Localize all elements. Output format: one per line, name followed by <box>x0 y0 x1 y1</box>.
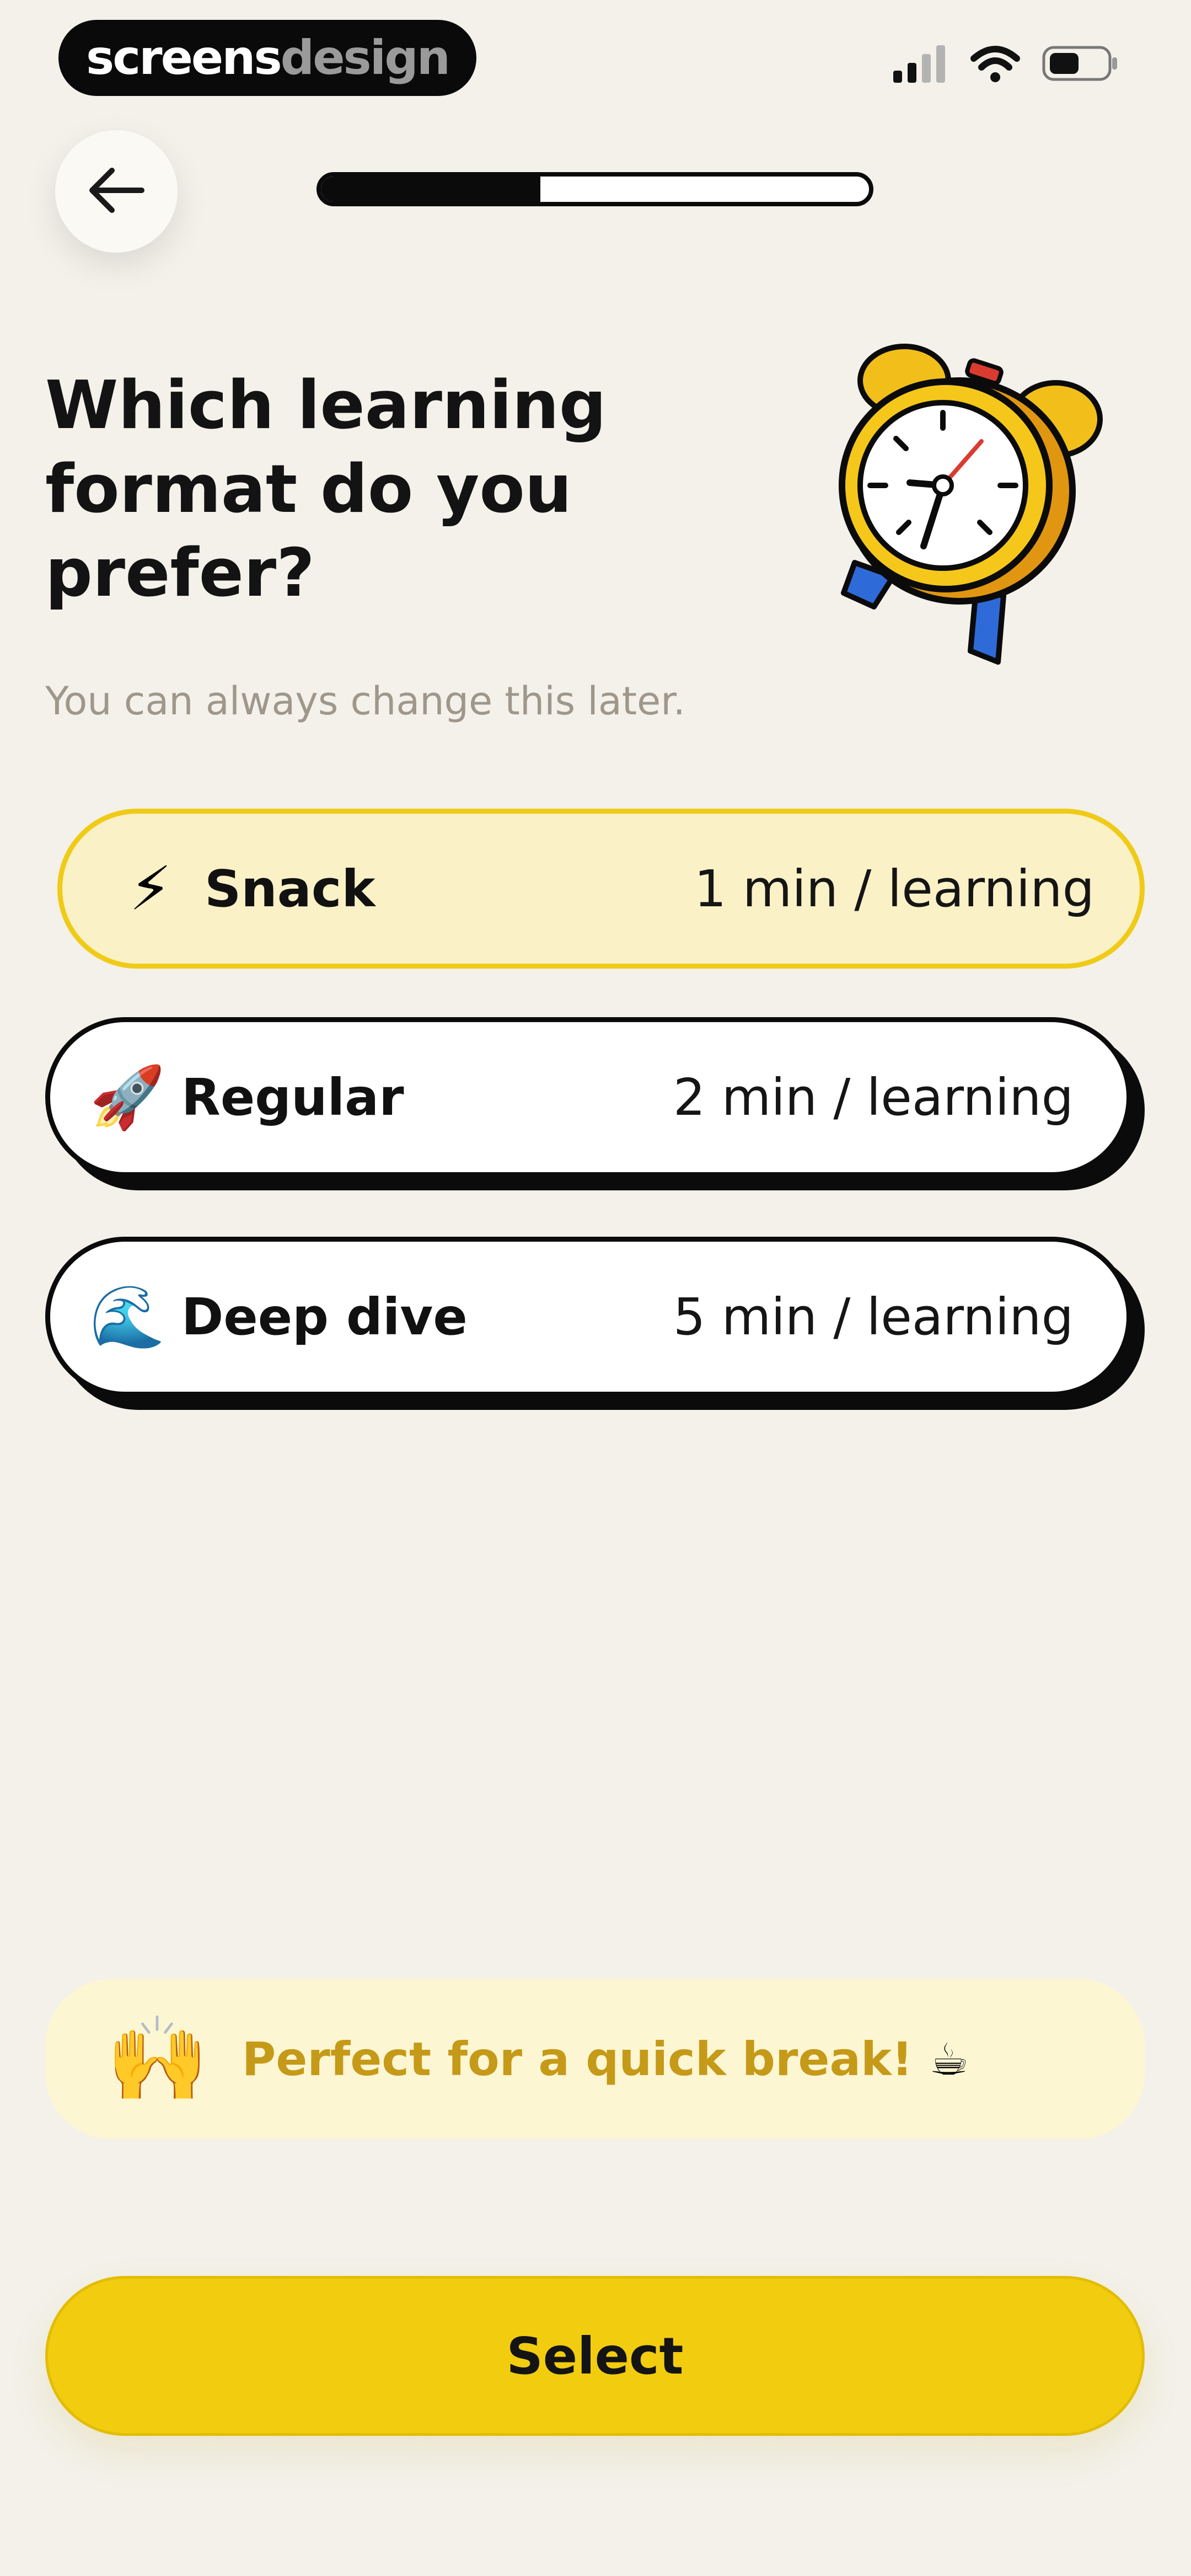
option-duration: 5 min / learning <box>673 1287 1074 1346</box>
back-button[interactable] <box>55 130 178 253</box>
lightning-icon: ⚡ <box>129 853 172 924</box>
rocket-icon: 🚀 <box>89 1061 165 1132</box>
feedback-text: Perfect for a quick break! <box>242 2032 913 2086</box>
feedback-banner: 🙌 Perfect for a quick break! ☕ <box>45 1979 1145 2139</box>
arrow-left-icon <box>87 165 146 217</box>
alarm-clock-icon <box>822 331 1119 673</box>
raised-hands-icon: 🙌 <box>106 2011 209 2107</box>
option-deep-dive[interactable]: 🌊 Deep dive 5 min / learning <box>45 1237 1131 1397</box>
select-button[interactable]: Select <box>45 2276 1145 2436</box>
option-label: Regular <box>181 1067 404 1127</box>
battery-icon <box>1042 44 1119 85</box>
select-button-label: Select <box>506 2326 684 2386</box>
cellular-signal-icon <box>893 44 948 85</box>
option-label: Deep dive <box>181 1287 468 1346</box>
option-label: Snack <box>205 859 375 918</box>
wave-icon: 🌊 <box>89 1281 165 1352</box>
screensdesign-badge: screens design <box>58 20 476 96</box>
brand-text-design: design <box>280 30 450 85</box>
question-subtitle: You can always change this later. <box>45 678 685 724</box>
option-duration: 2 min / learning <box>673 1067 1074 1127</box>
question-title: Which learning format do you prefer? <box>45 367 607 612</box>
option-duration: 1 min / learning <box>694 859 1095 918</box>
progress-fill <box>321 177 540 202</box>
progress-bar <box>316 172 873 206</box>
wifi-icon <box>970 44 1020 85</box>
option-regular[interactable]: 🚀 Regular 2 min / learning <box>45 1017 1131 1177</box>
brand-text-screens: screens <box>86 30 282 85</box>
coffee-icon: ☕ <box>929 2033 969 2085</box>
option-snack[interactable]: ⚡ Snack 1 min / learning <box>57 809 1145 969</box>
status-icons <box>893 44 1119 85</box>
